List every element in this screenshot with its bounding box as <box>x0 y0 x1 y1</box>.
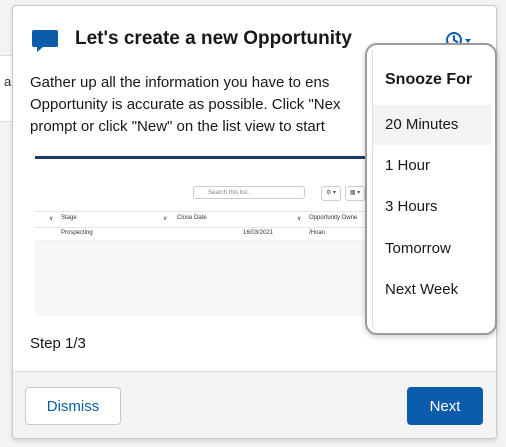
preview-view-button: ▦ ▾ <box>345 186 365 201</box>
snooze-option-1-hour[interactable]: 1 Hour <box>373 146 491 186</box>
chat-bubble-icon <box>32 30 58 52</box>
snooze-option-next-week[interactable]: Next Week <box>373 270 491 310</box>
dismiss-button[interactable]: Dismiss <box>25 387 121 425</box>
preview-cell-owner: /Hoan <box>309 230 326 236</box>
snooze-menu-list: Snooze For 20 Minutes 1 Hour 3 Hours Tom… <box>372 49 491 327</box>
dialog-title: Let's create a new Opportunity <box>75 28 352 49</box>
step-indicator: Step 1/3 <box>30 335 86 352</box>
preview-cell-close-date: 16/03/2021 <box>243 230 274 236</box>
preview-col-caret: ∨ <box>49 216 54 222</box>
preview-col-close-date: Close Date <box>177 215 207 221</box>
preview-search-field: Search this list... <box>193 186 305 199</box>
preview-col-caret: ∨ <box>297 216 302 222</box>
snooze-option-tomorrow[interactable]: Tomorrow <box>373 229 491 269</box>
snooze-dropdown: Snooze For 20 Minutes 1 Hour 3 Hours Tom… <box>365 43 497 335</box>
preview-col-caret: ∨ <box>163 216 168 222</box>
snooze-heading: Snooze For <box>385 71 473 88</box>
preview-settings-button: ⚙ ▾ <box>321 186 341 201</box>
preview-col-stage: Stage <box>61 215 77 221</box>
snooze-option-3-hours[interactable]: 3 Hours <box>373 187 491 227</box>
snooze-option-20-minutes[interactable]: 20 Minutes <box>373 105 491 145</box>
next-button[interactable]: Next <box>407 387 483 425</box>
dialog-footer: Dismiss Next <box>13 371 496 438</box>
background-text-left: a <box>4 74 12 89</box>
preview-col-owner: Opportunity Owne <box>309 215 358 221</box>
preview-cell-stage: Prospecting <box>61 230 93 236</box>
